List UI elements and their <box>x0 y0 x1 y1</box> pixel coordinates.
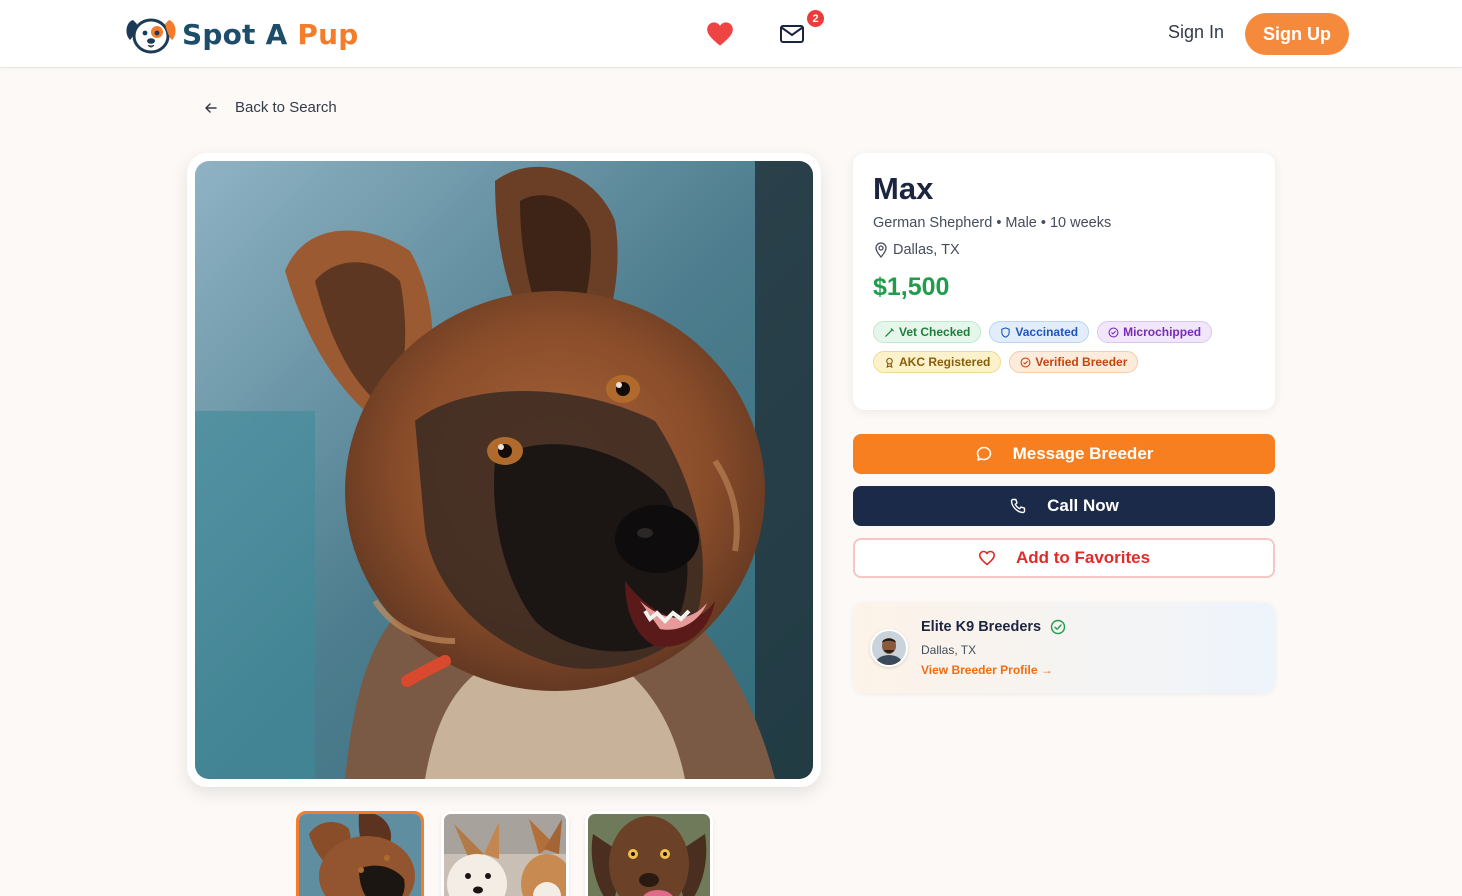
main-photo[interactable] <box>195 161 813 779</box>
price: $1,500 <box>873 273 950 301</box>
badge-label: Verified Breeder <box>1035 355 1128 369</box>
sign-in-link[interactable]: Sign In <box>1168 22 1224 43</box>
view-breeder-profile-link[interactable]: View Breeder Profile → <box>921 663 1053 677</box>
german-shepherd-photo <box>195 161 813 779</box>
messages-mail-icon[interactable] <box>779 22 805 46</box>
badge-label: Microchipped <box>1123 325 1202 339</box>
badge-microchipped: Microchipped <box>1097 321 1213 343</box>
breeder-name: Elite K9 Breeders <box>921 619 1066 635</box>
corgis-thumbnail <box>444 814 566 896</box>
award-icon <box>886 357 893 368</box>
message-label: Message Breeder <box>1012 444 1154 463</box>
main-photo-card <box>187 153 821 787</box>
check-circle-icon <box>1108 327 1119 337</box>
favorite-label: Add to Favorites <box>1015 548 1151 567</box>
stethoscope-icon <box>885 327 894 337</box>
thumbnail-1[interactable] <box>296 811 424 896</box>
sign-up-button[interactable]: Sign Up <box>1245 13 1349 55</box>
listing-info-card: Max German Shepherd • Male • 10 weeks Da… <box>853 153 1275 410</box>
chat-bubble-icon <box>976 446 991 461</box>
logo-word-2: Pup <box>297 17 359 51</box>
badge-label: Vet Checked <box>899 325 971 339</box>
badge-akc-registered: AKC Registered <box>873 351 1002 373</box>
check-circle-icon <box>1020 357 1031 367</box>
back-label: Back to Search <box>235 99 337 116</box>
breeder-card: Elite K9 Breeders Dallas, TX View Breede… <box>853 603 1275 693</box>
feature-badges: Vet Checked Vaccinated Microchipped AKC … <box>873 321 1263 373</box>
listing-location: Dallas, TX <box>873 242 960 258</box>
heart-outline-icon <box>978 550 995 566</box>
favorites-heart-icon[interactable] <box>706 21 734 47</box>
thumbnail-2[interactable] <box>441 811 569 896</box>
logo-text: Spot A Pup <box>182 18 359 51</box>
map-pin-icon <box>875 242 887 258</box>
brown-labrador-thumbnail <box>588 814 710 896</box>
dog-logo-icon <box>126 18 176 54</box>
arrow-left-icon <box>205 102 217 113</box>
badge-label: Vaccinated <box>1015 325 1079 339</box>
phone-icon <box>1010 498 1026 514</box>
back-to-search-link[interactable]: Back to Search <box>203 99 337 116</box>
breeder-name-text: Elite K9 Breeders <box>921 619 1042 635</box>
site-header: Spot A Pup 2 Sign In Sign Up <box>0 0 1462 68</box>
badge-vaccinated: Vaccinated <box>989 321 1090 343</box>
message-breeder-button[interactable]: Message Breeder <box>853 434 1275 474</box>
shield-icon <box>1001 326 1011 338</box>
puppy-name: Max <box>873 171 934 206</box>
location-text: Dallas, TX <box>893 242 960 258</box>
verified-check-icon <box>1050 619 1066 635</box>
breed-sex-age: German Shepherd • Male • 10 weeks <box>873 215 1112 231</box>
badge-verified-breeder: Verified Breeder <box>1009 351 1139 373</box>
person-avatar-icon <box>872 631 906 665</box>
call-now-button[interactable]: Call Now <box>853 486 1275 526</box>
badge-vet-checked: Vet Checked <box>873 321 982 343</box>
call-label: Call Now <box>1047 496 1119 515</box>
add-to-favorites-button[interactable]: Add to Favorites <box>853 538 1275 578</box>
breeder-avatar <box>870 629 908 667</box>
unread-count-badge: 2 <box>806 9 825 28</box>
breeder-location: Dallas, TX <box>921 643 977 657</box>
logo-word-1: Spot A <box>182 17 288 51</box>
thumbnail-3[interactable] <box>585 811 713 896</box>
logo[interactable]: Spot A Pup <box>124 12 359 56</box>
german-shepherd-thumbnail <box>299 814 421 896</box>
badge-label: AKC Registered <box>899 355 991 369</box>
